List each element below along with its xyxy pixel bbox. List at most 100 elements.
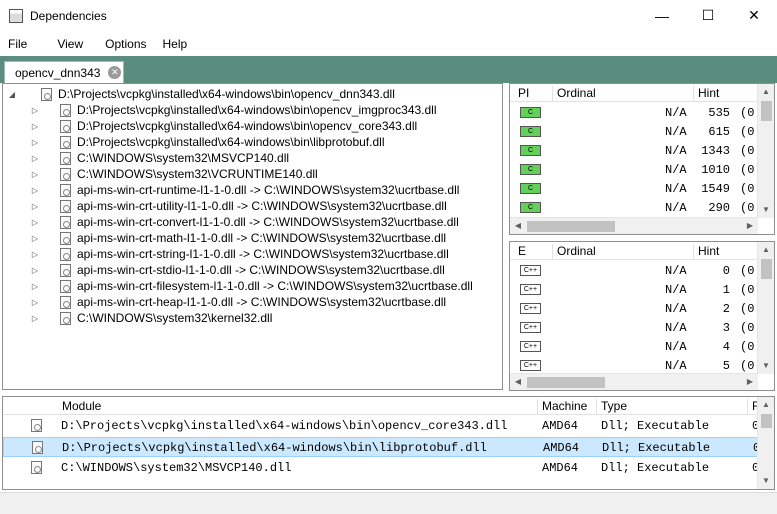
exports-hint: 0 bbox=[722, 264, 730, 278]
exports-vertical-scrollbar[interactable]: ▲ ▼ bbox=[757, 242, 774, 374]
expand-arrow-icon[interactable]: ▷ bbox=[30, 282, 40, 291]
scroll-down-icon[interactable]: ▼ bbox=[758, 473, 774, 489]
expand-arrow-icon[interactable]: ▷ bbox=[30, 138, 40, 147]
modules-header-module[interactable]: Module bbox=[58, 399, 536, 415]
exports-row[interactable]: C++ N/A 3 (0: bbox=[510, 318, 774, 337]
menu-view[interactable]: View bbox=[49, 37, 91, 51]
tree-node-label: api-ms-win-crt-runtime-l1-1-0.dll -> C:\… bbox=[77, 183, 460, 197]
expand-arrow-icon[interactable]: ▷ bbox=[30, 154, 40, 163]
scroll-thumb[interactable] bbox=[761, 259, 772, 279]
imports-header-hint[interactable]: Hint bbox=[693, 86, 763, 102]
expand-arrow-icon[interactable]: ▷ bbox=[30, 266, 40, 275]
expand-arrow-icon[interactable]: ▷ bbox=[30, 106, 40, 115]
expand-arrow-icon[interactable]: ▷ bbox=[30, 218, 40, 227]
expand-arrow-icon[interactable]: ▷ bbox=[30, 170, 40, 179]
module-row[interactable]: D:\Projects\vcpkg\installed\x64-windows\… bbox=[3, 437, 760, 457]
scroll-thumb[interactable] bbox=[527, 221, 615, 232]
imports-row[interactable]: C N/A 615 (0: bbox=[510, 122, 774, 141]
exports-row[interactable]: C++ N/A 2 (0: bbox=[510, 299, 774, 318]
tree-node[interactable]: ▷ D:\Projects\vcpkg\installed\x64-windows… bbox=[30, 134, 385, 150]
tab-opencv-dnn343[interactable]: opencv_dnn343 ✕ bbox=[4, 61, 124, 83]
imports-header-ordinal[interactable]: Ordinal bbox=[552, 86, 692, 102]
scroll-up-icon[interactable]: ▲ bbox=[758, 242, 774, 258]
module-file-icon bbox=[60, 183, 71, 197]
app-icon bbox=[9, 8, 23, 23]
exports-hint: 3 bbox=[722, 321, 730, 335]
imports-row[interactable]: C N/A 1010 (0: bbox=[510, 160, 774, 179]
expand-arrow-icon[interactable]: ▷ bbox=[30, 314, 40, 323]
expand-arrow-icon[interactable]: ▷ bbox=[30, 298, 40, 307]
exports-header-hint[interactable]: Hint bbox=[693, 244, 763, 260]
tree-node[interactable]: ▷ api-ms-win-crt-filesystem-l1-1-0.dll ->… bbox=[30, 278, 473, 294]
imports-row[interactable]: C N/A 290 (0: bbox=[510, 198, 774, 217]
exports-ordinal: N/A bbox=[665, 340, 687, 354]
scroll-left-icon[interactable]: ◀ bbox=[510, 374, 526, 390]
tree-node[interactable]: ▷ api-ms-win-crt-runtime-l1-1-0.dll -> C:… bbox=[30, 182, 459, 198]
dependency-tree[interactable]: ◢ D:\Projects\vcpkg\installed\x64-windows… bbox=[2, 83, 503, 390]
modules-list[interactable]: Module Machine Type F D:\Projects\vcpkg\… bbox=[2, 396, 775, 490]
scroll-thumb[interactable] bbox=[527, 377, 605, 388]
tree-node[interactable]: ▷ D:\Projects\vcpkg\installed\x64-windows… bbox=[30, 118, 417, 134]
module-file-icon bbox=[60, 199, 71, 213]
tree-node[interactable]: ▷ api-ms-win-crt-stdio-l1-1-0.dll -> C:\W… bbox=[30, 262, 445, 278]
tree-node[interactable]: ▷ api-ms-win-crt-string-l1-1-0.dll -> C:\… bbox=[30, 246, 449, 262]
exports-row[interactable]: C++ N/A 4 (0: bbox=[510, 337, 774, 356]
imports-grid[interactable]: PI Ordinal Hint C N/A 535 (0: C N/A 615 (0: C N/A… bbox=[509, 83, 775, 235]
tree-node[interactable]: ▷ D:\Projects\vcpkg\installed\x64-windows… bbox=[30, 102, 437, 118]
exports-row[interactable]: C++ N/A 1 (0: bbox=[510, 280, 774, 299]
imports-header-pi[interactable]: PI bbox=[514, 86, 554, 102]
expand-arrow-icon[interactable]: ▷ bbox=[30, 122, 40, 131]
cpp-function-icon: C++ bbox=[520, 265, 541, 276]
tree-node[interactable]: ▷ api-ms-win-crt-utility-l1-1-0.dll -> C:… bbox=[30, 198, 447, 214]
scroll-right-icon[interactable]: ▶ bbox=[742, 374, 758, 390]
tree-node[interactable]: ▷ C:\WINDOWS\system32\MSVCP140.dll bbox=[30, 150, 289, 166]
imports-vertical-scrollbar[interactable]: ▲ ▼ bbox=[757, 84, 774, 218]
scroll-up-icon[interactable]: ▲ bbox=[758, 397, 774, 413]
exports-header-ordinal[interactable]: Ordinal bbox=[552, 244, 692, 260]
module-file-icon bbox=[60, 247, 71, 261]
scroll-thumb[interactable] bbox=[761, 101, 772, 121]
menu-options[interactable]: Options bbox=[97, 37, 154, 51]
exports-grid[interactable]: E Ordinal Hint C++ N/A 0 (0: C++ N/A 1 (0: C++ N/… bbox=[509, 241, 775, 391]
tab-close-icon[interactable]: ✕ bbox=[108, 66, 122, 79]
maximize-button[interactable]: ☐ bbox=[685, 0, 731, 31]
menu-file[interactable]: File bbox=[0, 37, 35, 51]
modules-vertical-scrollbar[interactable]: ▲ ▼ bbox=[757, 397, 774, 489]
module-file-icon bbox=[60, 263, 71, 277]
minimize-button[interactable]: — bbox=[639, 0, 685, 31]
imports-row[interactable]: C N/A 1549 (0: bbox=[510, 179, 774, 198]
expand-arrow-icon[interactable]: ▷ bbox=[30, 234, 40, 243]
expand-arrow-icon[interactable]: ▷ bbox=[30, 186, 40, 195]
scroll-left-icon[interactable]: ◀ bbox=[510, 218, 526, 234]
menu-help[interactable]: Help bbox=[155, 37, 196, 51]
tree-node[interactable]: ▷ api-ms-win-crt-math-l1-1-0.dll -> C:\WI… bbox=[30, 230, 446, 246]
imports-row[interactable]: C N/A 1343 (0: bbox=[510, 141, 774, 160]
tree-node[interactable]: ▷ C:\WINDOWS\system32\VCRUNTIME140.dll bbox=[30, 166, 318, 182]
tree-node-label: D:\Projects\vcpkg\installed\x64-windows\… bbox=[58, 87, 395, 101]
collapse-arrow-icon[interactable]: ◢ bbox=[7, 90, 17, 99]
imports-horizontal-scrollbar[interactable]: ◀ ▶ bbox=[510, 217, 758, 234]
tree-node[interactable]: ▷ api-ms-win-crt-convert-l1-1-0.dll -> C:… bbox=[30, 214, 459, 230]
tree-node[interactable]: ▷ api-ms-win-crt-heap-l1-1-0.dll -> C:\WI… bbox=[30, 294, 446, 310]
exports-hint: 5 bbox=[722, 359, 730, 373]
modules-header-type[interactable]: Type bbox=[596, 399, 746, 415]
expand-arrow-icon[interactable]: ▷ bbox=[30, 202, 40, 211]
tree-node[interactable]: ▷ C:\WINDOWS\system32\kernel32.dll bbox=[30, 310, 272, 326]
module-file-icon bbox=[60, 151, 71, 165]
window-controls: — ☐ ✕ bbox=[639, 0, 777, 31]
scroll-up-icon[interactable]: ▲ bbox=[758, 84, 774, 100]
close-button[interactable]: ✕ bbox=[731, 0, 777, 31]
exports-horizontal-scrollbar[interactable]: ◀ ▶ bbox=[510, 373, 758, 390]
exports-row[interactable]: C++ N/A 0 (0: bbox=[510, 261, 774, 280]
modules-header-machine[interactable]: Machine bbox=[537, 399, 597, 415]
expand-arrow-icon[interactable]: ▷ bbox=[30, 250, 40, 259]
scroll-down-icon[interactable]: ▼ bbox=[758, 202, 774, 218]
exports-header-e[interactable]: E bbox=[514, 244, 554, 260]
module-row[interactable]: C:\WINDOWS\system32\MSVCP140.dll AMD64 Dll… bbox=[3, 458, 759, 478]
imports-row[interactable]: C N/A 535 (0: bbox=[510, 103, 774, 122]
tree-root-node[interactable]: ◢ D:\Projects\vcpkg\installed\x64-windows… bbox=[7, 86, 395, 102]
scroll-down-icon[interactable]: ▼ bbox=[758, 358, 774, 374]
module-row[interactable]: D:\Projects\vcpkg\installed\x64-windows\… bbox=[3, 416, 759, 436]
scroll-right-icon[interactable]: ▶ bbox=[742, 218, 758, 234]
scroll-thumb[interactable] bbox=[761, 414, 772, 428]
